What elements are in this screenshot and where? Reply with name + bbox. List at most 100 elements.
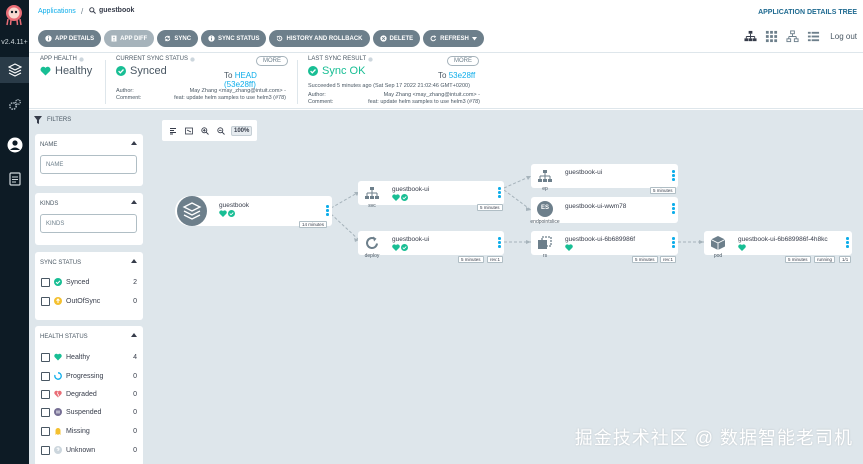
node-menu-button[interactable]: [846, 237, 849, 248]
question-circle-icon: [54, 446, 62, 454]
nav-settings[interactable]: [4, 94, 25, 115]
logout-link[interactable]: Log out: [830, 32, 857, 41]
filter-missing[interactable]: Missing 0: [41, 425, 137, 437]
last-sync-text: Sync OK: [322, 65, 366, 77]
app-details-label: APP DETAILS: [55, 35, 95, 42]
breadcrumb-current[interactable]: guestbook: [89, 7, 134, 14]
heart-icon: [392, 244, 400, 251]
nav-docs[interactable]: [4, 168, 25, 189]
filter-outofsync[interactable]: OutOfSync 0: [41, 295, 137, 307]
filter-label: Missing: [66, 427, 90, 435]
view-switcher: Log out: [744, 30, 857, 43]
app-health-title: APP HEALTH: [40, 56, 100, 62]
name-filter-input[interactable]: NAME: [40, 155, 137, 174]
heart-icon: [738, 244, 746, 251]
list-view-icon[interactable]: [807, 30, 820, 43]
sync-status-filter-panel: SYNC STATUS Synced 2 OutOfSync 0: [35, 252, 143, 320]
filter-progressing[interactable]: Progressing 0: [41, 370, 137, 382]
current-sync-more-button[interactable]: MORE: [256, 56, 288, 66]
filter-healthy[interactable]: Healthy 4: [41, 351, 137, 363]
resource-tree-canvas[interactable]: 100% guestbook 14 minutes guestbook-ui s…: [151, 110, 863, 464]
checkbox[interactable]: [41, 426, 50, 436]
filter-degraded[interactable]: Degraded 0: [41, 388, 137, 400]
refresh-label: REFRESH: [440, 35, 469, 42]
sync-status-button[interactable]: SYNC STATUS: [201, 30, 267, 47]
argo-logo[interactable]: [4, 4, 24, 26]
collapse-icon[interactable]: [131, 259, 137, 263]
heart-icon: [54, 353, 62, 361]
pods-view-icon[interactable]: [765, 30, 778, 43]
info-circle-icon: [208, 35, 215, 42]
node-menu-button[interactable]: [498, 237, 501, 248]
node-name: guestbook-ui: [392, 186, 430, 193]
question-circle-icon[interactable]: [368, 56, 373, 62]
checkbox[interactable]: [41, 407, 50, 417]
delete-label: DELETE: [389, 35, 414, 42]
breadcrumb-applications[interactable]: Applications: [38, 8, 76, 15]
node-menu-button[interactable]: [672, 203, 675, 214]
checkbox[interactable]: [41, 371, 50, 381]
check-circle-icon: [401, 244, 408, 251]
node-menu-button[interactable]: [672, 170, 675, 181]
collapse-icon[interactable]: [131, 200, 137, 204]
delete-button[interactable]: DELETE: [372, 30, 421, 47]
collapse-icon[interactable]: [131, 333, 137, 337]
app-details-button[interactable]: APP DETAILS: [38, 30, 102, 47]
app-health-label: APP HEALTH: [40, 56, 77, 62]
tree-node-endpoints[interactable]: guestbook-ui ep: [531, 164, 678, 192]
filters-sidebar: FILTERS NAME NAME KINDS KINDS SYNC STATU…: [29, 110, 151, 464]
kinds-filter-input[interactable]: KINDS: [40, 214, 137, 233]
node-kind: pod: [713, 253, 723, 259]
tree-node-deployment[interactable]: guestbook-ui deploy: [358, 231, 504, 259]
tree-edges: [330, 175, 704, 244]
checkbox[interactable]: [41, 445, 50, 455]
node-kind: ep: [542, 186, 548, 192]
sync-label: SYNC: [174, 35, 192, 42]
node-name: guestbook-ui: [392, 236, 430, 243]
breadcrumb-separator: /: [81, 7, 84, 16]
tree-node-replicaset[interactable]: guestbook-ui-6b689986f rs: [531, 231, 678, 259]
checkbox[interactable]: [41, 277, 50, 287]
node-menu-button[interactable]: [498, 187, 501, 198]
last-sync-more-button[interactable]: MORE: [447, 56, 479, 66]
node-kind: rs: [542, 253, 548, 259]
last-sync-ref-link[interactable]: 53e28ff: [449, 71, 476, 80]
node-menu-button[interactable]: [672, 237, 675, 248]
check-circle-icon: [308, 66, 318, 76]
sync-button[interactable]: SYNC: [157, 30, 199, 47]
node-menu-button[interactable]: [326, 205, 329, 216]
filter-label: Progressing: [66, 372, 104, 380]
question-circle-icon[interactable]: [190, 56, 195, 62]
current-sync-text: Synced: [130, 65, 167, 77]
question-circle-icon[interactable]: [79, 56, 84, 62]
watermark: 掘金技术社区 @ 数据智能老司机: [574, 428, 853, 448]
nav-applications[interactable]: [0, 57, 29, 83]
app-diff-button[interactable]: APP DIFF: [104, 30, 155, 47]
divider: [105, 60, 106, 104]
collapse-icon[interactable]: [131, 141, 137, 145]
kinds-filter-title: KINDS: [40, 201, 59, 207]
clone-icon: [538, 236, 552, 249]
health-status-filter-panel: HEALTH STATUS Healthy 4 Progressing 0 De…: [35, 326, 143, 464]
tree-view-icon[interactable]: [744, 30, 757, 43]
filter-count: 4: [133, 353, 137, 361]
node-status: [219, 210, 235, 217]
filter-unknown[interactable]: Unknown 0: [41, 444, 137, 456]
checkbox[interactable]: [41, 389, 50, 399]
nav-user-info[interactable]: [4, 134, 25, 155]
network-view-icon[interactable]: [786, 30, 799, 43]
filter-suspended[interactable]: Suspended 0: [41, 406, 137, 418]
refresh-button[interactable]: REFRESH: [423, 30, 484, 47]
checkbox[interactable]: [41, 296, 50, 306]
tree-node-pod[interactable]: guestbook-ui-6b689986f-4h8kc pod: [704, 231, 852, 259]
tree-node-endpointslice[interactable]: ES guestbook-ui-wwm78 endpointslice: [530, 197, 678, 225]
last-sync-author-label: Author:: [308, 92, 326, 98]
app-health-text: Healthy: [55, 65, 93, 77]
filter-label: Suspended: [66, 408, 102, 416]
checkbox[interactable]: [41, 352, 50, 362]
name-filter-panel: NAME NAME: [35, 134, 143, 186]
docs-icon: [8, 171, 21, 186]
history-rollback-button[interactable]: HISTORY AND ROLLBACK: [269, 30, 370, 47]
filter-synced[interactable]: Synced 2: [41, 276, 137, 288]
tree-node-service[interactable]: guestbook-ui svc: [358, 181, 504, 209]
